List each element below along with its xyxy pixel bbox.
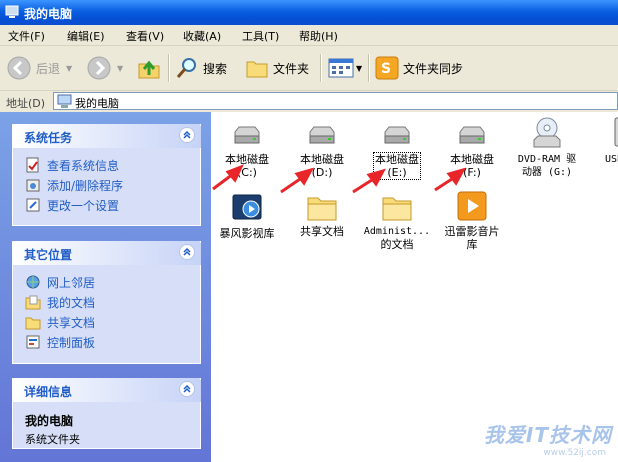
network-places-link[interactable]: 网上邻居: [25, 272, 200, 292]
details-description: 系统文件夹: [25, 433, 80, 446]
toolbar: 后退 ▼ ▼ 搜索 文件夹 ▼ S 文件夹同步: [0, 46, 618, 91]
hard-drive-icon: [384, 126, 410, 144]
chevron-down-icon: ▼: [117, 63, 124, 73]
details-name: 我的电脑: [25, 414, 74, 428]
drive-g-dvd[interactable]: DVD-RAM 驱 动器 (G:): [511, 116, 583, 179]
system-info-icon: [26, 157, 39, 173]
address-input[interactable]: 我的电脑: [53, 92, 618, 110]
annotation-arrows: [212, 164, 467, 194]
chevron-down-icon: ▼: [66, 63, 73, 73]
add-remove-programs-link[interactable]: 添加/删除程序: [25, 175, 200, 195]
up-folder-icon: [138, 60, 160, 79]
views-icon: [328, 58, 354, 78]
menu-edit[interactable]: 编辑(E): [67, 28, 105, 44]
forward-button[interactable]: ▼: [86, 55, 123, 81]
computer-icon: [57, 94, 72, 108]
dvd-drive-icon: [533, 117, 561, 148]
collapse-icon[interactable]: [179, 244, 195, 260]
address-bar: 地址(D) 我的电脑: [0, 91, 618, 112]
content-pane: 本地磁盘 (C:) 本地磁盘 (D:) 本地磁盘 (E:) 本地磁盘 (F:) D…: [211, 112, 618, 462]
address-value: 我的电脑: [75, 97, 119, 110]
menu-help[interactable]: 帮助(H): [299, 28, 338, 44]
system-tasks-panel: 系统任务 查看系统信息 添加/删除程序 更改一个设置: [12, 124, 201, 226]
menu-view[interactable]: 查看(V): [126, 28, 164, 44]
other-places-panel: 其它位置 网上邻居 我的文档 共享文档 控制面板: [12, 241, 201, 364]
toolbar-separator: [168, 54, 170, 82]
collapse-icon[interactable]: [179, 127, 195, 143]
panel-header[interactable]: 系统任务: [12, 124, 201, 148]
menu-file[interactable]: 文件(F): [8, 28, 45, 44]
search-icon: [176, 58, 196, 78]
forward-arrow-icon: [87, 56, 111, 80]
baofeng-library[interactable]: 暴风影视库: [211, 192, 283, 240]
watermark-url: www.52ij.com: [543, 448, 606, 458]
up-folder-button[interactable]: [136, 55, 162, 81]
title-bar: 我的电脑: [0, 0, 618, 25]
svg-text:S: S: [381, 61, 391, 77]
chevron-down-icon: ▼: [356, 63, 363, 73]
shared-documents[interactable]: 共享文档: [286, 192, 358, 238]
collapse-icon[interactable]: [179, 381, 195, 397]
control-panel-link[interactable]: 控制面板: [25, 332, 200, 352]
toolbar-separator: [368, 54, 370, 82]
folder-icon: [25, 317, 41, 330]
sync-icon: S: [375, 56, 399, 80]
change-setting-link[interactable]: 更改一个设置: [25, 195, 200, 215]
settings-icon: [26, 198, 40, 212]
hard-drive-icon: [309, 126, 335, 144]
hard-drive-icon: [234, 126, 260, 144]
drive-usb[interactable]: USB 驱: [586, 116, 618, 166]
menu-bar: 文件(F) 编辑(E) 查看(V) 收藏(A) 工具(T) 帮助(H): [0, 25, 618, 46]
shared-documents-link[interactable]: 共享文档: [25, 312, 200, 332]
menu-favorites[interactable]: 收藏(A): [183, 28, 221, 44]
view-system-info-link[interactable]: 查看系统信息: [25, 155, 200, 175]
usb-drive-icon: [614, 117, 618, 147]
network-icon: [26, 275, 40, 289]
search-button[interactable]: 搜索: [175, 55, 227, 81]
folder-icon: [246, 61, 268, 78]
panel-header[interactable]: 详细信息: [12, 378, 201, 402]
menu-tools[interactable]: 工具(T): [242, 28, 279, 44]
folders-button[interactable]: 文件夹: [245, 55, 309, 81]
computer-icon: [5, 5, 19, 18]
documents-icon: [25, 295, 41, 310]
task-pane: 系统任务 查看系统信息 添加/删除程序 更改一个设置 其它位置 网上邻居 我的文…: [0, 112, 211, 462]
programs-icon: [26, 179, 40, 192]
toolbar-separator: [320, 54, 322, 82]
folder-sync-button[interactable]: S 文件夹同步: [375, 55, 463, 81]
watermark-logo: 我爱IT技术网: [483, 423, 612, 447]
window-title: 我的电脑: [24, 7, 73, 21]
address-label: 地址(D): [6, 97, 46, 110]
xunlei-library[interactable]: 迅雷影音片 库: [436, 190, 508, 251]
panel-header[interactable]: 其它位置: [12, 241, 201, 265]
my-documents-link[interactable]: 我的文档: [25, 292, 200, 312]
back-arrow-icon: [7, 56, 31, 80]
admin-documents[interactable]: Administ... 的文档: [361, 192, 433, 251]
control-panel-icon: [26, 335, 40, 349]
hard-drive-icon: [459, 126, 485, 144]
back-button[interactable]: 后退 ▼: [6, 55, 72, 81]
details-panel: 详细信息 我的电脑 系统文件夹: [12, 378, 201, 449]
views-button[interactable]: ▼: [328, 55, 362, 81]
